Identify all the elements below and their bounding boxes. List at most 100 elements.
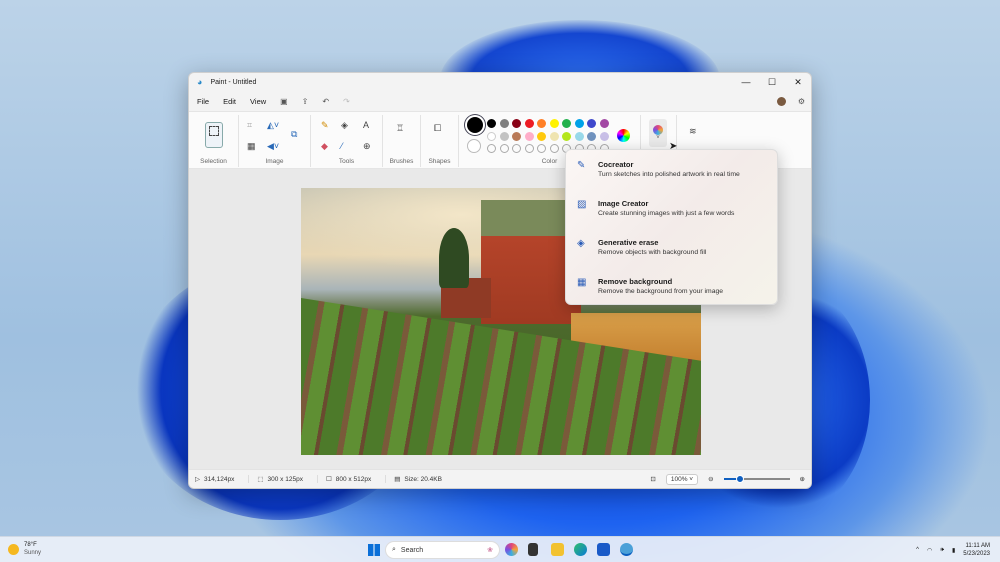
search-placeholder: Search — [400, 546, 424, 554]
menu-file[interactable]: File — [197, 97, 209, 106]
zoom-slider-thumb[interactable] — [736, 475, 745, 483]
taskbar-search[interactable]: ⌕ Search ❀ — [385, 541, 500, 559]
chevron-up-icon[interactable]: ^ — [916, 547, 919, 553]
color-swatch[interactable] — [574, 131, 584, 141]
magnifier-icon[interactable]: ⊕ — [363, 141, 371, 152]
redo-icon[interactable]: ↷ — [343, 97, 350, 106]
shapes-group[interactable]: ⧠ Shapes — [421, 115, 459, 167]
image-label: Image — [265, 158, 284, 165]
brushes-group[interactable]: ♖ Brushes — [383, 115, 421, 167]
copilot-button[interactable]: ˅ — [649, 119, 667, 147]
start-button[interactable] — [368, 544, 380, 556]
primary-color[interactable] — [467, 117, 483, 133]
edit-colors-button[interactable] — [617, 129, 630, 142]
selection-label: Selection — [200, 158, 227, 165]
color-swatch[interactable] — [499, 131, 509, 141]
remove-background-icon[interactable]: ▦ — [247, 141, 256, 152]
minimize-button[interactable]: — — [733, 77, 759, 88]
color-swatch[interactable] — [524, 131, 534, 141]
search-icon: ⌕ — [392, 546, 396, 553]
wifi-icon[interactable]: ◠ — [927, 547, 932, 554]
brush-icon[interactable]: ♖ — [396, 123, 404, 134]
cocreator-brush-icon: ✎ — [577, 160, 586, 171]
fit-to-window-icon[interactable]: ⊡ — [650, 475, 655, 483]
zoom-slider[interactable] — [723, 475, 790, 483]
volume-icon[interactable]: 🕪 — [940, 547, 944, 554]
ai-features-menu: ✎ Cocreator Turn sketches into polished ar… — [565, 149, 778, 305]
copilot-icon — [653, 125, 663, 135]
color-swatch[interactable] — [524, 119, 534, 128]
zoom-select[interactable]: 100% ˅ — [665, 473, 699, 485]
file-size-icon: ▤ — [394, 476, 401, 483]
clock[interactable]: 11:11 AM 5/23/2023 — [963, 542, 990, 558]
color-swatch[interactable] — [562, 131, 571, 141]
zoom-in-icon[interactable]: ⊕ — [800, 475, 805, 483]
color-swatch[interactable] — [512, 119, 521, 128]
account-avatar[interactable] — [776, 96, 786, 106]
custom-color-slot[interactable] — [537, 144, 546, 153]
menu-edit[interactable]: Edit — [223, 97, 236, 106]
shapes-icon[interactable]: ⧠ — [434, 123, 441, 134]
layers-icon[interactable]: ≋ — [689, 126, 697, 137]
window-title: Paint - Untitled — [210, 78, 257, 86]
ai-menu-item[interactable]: ▦ Remove background Remove the background … — [566, 267, 777, 306]
custom-color-slot[interactable] — [524, 144, 534, 153]
share-icon[interactable]: ⇪ — [302, 97, 309, 106]
ai-menu-item[interactable]: ▨ Image Creator Create stunning images wit… — [566, 189, 777, 228]
color-swatch[interactable] — [562, 119, 571, 128]
paint-taskbar-icon[interactable] — [620, 543, 633, 556]
color-swatch[interactable] — [574, 119, 584, 128]
sun-icon — [8, 543, 19, 555]
copilot-taskbar-icon[interactable] — [505, 543, 518, 556]
text-icon[interactable]: A — [363, 120, 369, 130]
custom-color-slot[interactable] — [549, 144, 559, 153]
undo-icon[interactable]: ↶ — [322, 97, 329, 106]
edge-icon[interactable] — [574, 543, 587, 556]
rotate-icon[interactable]: ◭˅ — [267, 120, 279, 131]
cursor-position: 314,124px — [204, 475, 235, 483]
close-button[interactable]: ✕ — [785, 77, 811, 88]
settings-gear-icon[interactable]: ⚙ — [798, 97, 805, 106]
brushes-label: Brushes — [389, 158, 414, 165]
color-swatch[interactable] — [512, 131, 521, 141]
selection-size: 300 x 125px — [267, 475, 303, 483]
fill-icon[interactable]: ◈ — [341, 120, 348, 131]
color-swatch[interactable] — [549, 119, 559, 128]
paint-logo-icon: ◕ — [197, 77, 203, 87]
zoom-out-icon[interactable]: ⊖ — [708, 475, 713, 483]
color-swatch[interactable] — [537, 119, 546, 128]
color-swatch[interactable] — [599, 131, 609, 141]
menu-view[interactable]: View — [250, 97, 266, 106]
color-swatch[interactable] — [499, 119, 509, 128]
ai-menu-item-title: Cocreator — [598, 160, 634, 169]
color-swatch[interactable] — [487, 131, 496, 141]
file-explorer-icon[interactable] — [551, 543, 564, 556]
custom-color-slot[interactable] — [512, 144, 521, 153]
eraser-icon[interactable]: ◆ — [321, 141, 328, 152]
pencil-icon[interactable]: ✎ — [321, 120, 329, 131]
image-group: ⌗ ◭˅ ▦ ◀˅ ⧉ Image — [239, 115, 311, 167]
color-swatch[interactable] — [599, 119, 609, 128]
crop-icon[interactable]: ⌗ — [247, 120, 252, 131]
color-swatch[interactable] — [549, 131, 559, 141]
weather-widget[interactable]: 78°F Sunny — [8, 541, 41, 557]
battery-icon[interactable]: ▮ — [952, 547, 955, 554]
color-picker-icon[interactable]: ⁄ — [341, 141, 343, 151]
color-swatch[interactable] — [587, 131, 596, 141]
color-swatch[interactable] — [537, 131, 546, 141]
task-view-icon[interactable] — [528, 543, 538, 556]
custom-color-slot[interactable] — [499, 144, 509, 153]
shapes-label: Shapes — [428, 158, 451, 165]
color-swatch[interactable] — [487, 119, 496, 128]
selection-button[interactable] — [205, 122, 223, 148]
ai-menu-item[interactable]: ◈ Generative erase Remove objects with bac… — [566, 228, 777, 267]
color-swatch[interactable] — [587, 119, 596, 128]
secondary-color[interactable] — [467, 139, 481, 153]
flip-icon[interactable]: ◀˅ — [267, 141, 279, 152]
store-icon[interactable] — [597, 543, 610, 556]
ai-menu-item[interactable]: ✎ Cocreator Turn sketches into polished ar… — [566, 150, 777, 189]
maximize-button[interactable]: ☐ — [759, 77, 785, 88]
save-icon[interactable]: ▣ — [280, 97, 288, 106]
custom-color-slot[interactable] — [487, 144, 496, 153]
resize-icon[interactable]: ⧉ — [291, 129, 297, 140]
